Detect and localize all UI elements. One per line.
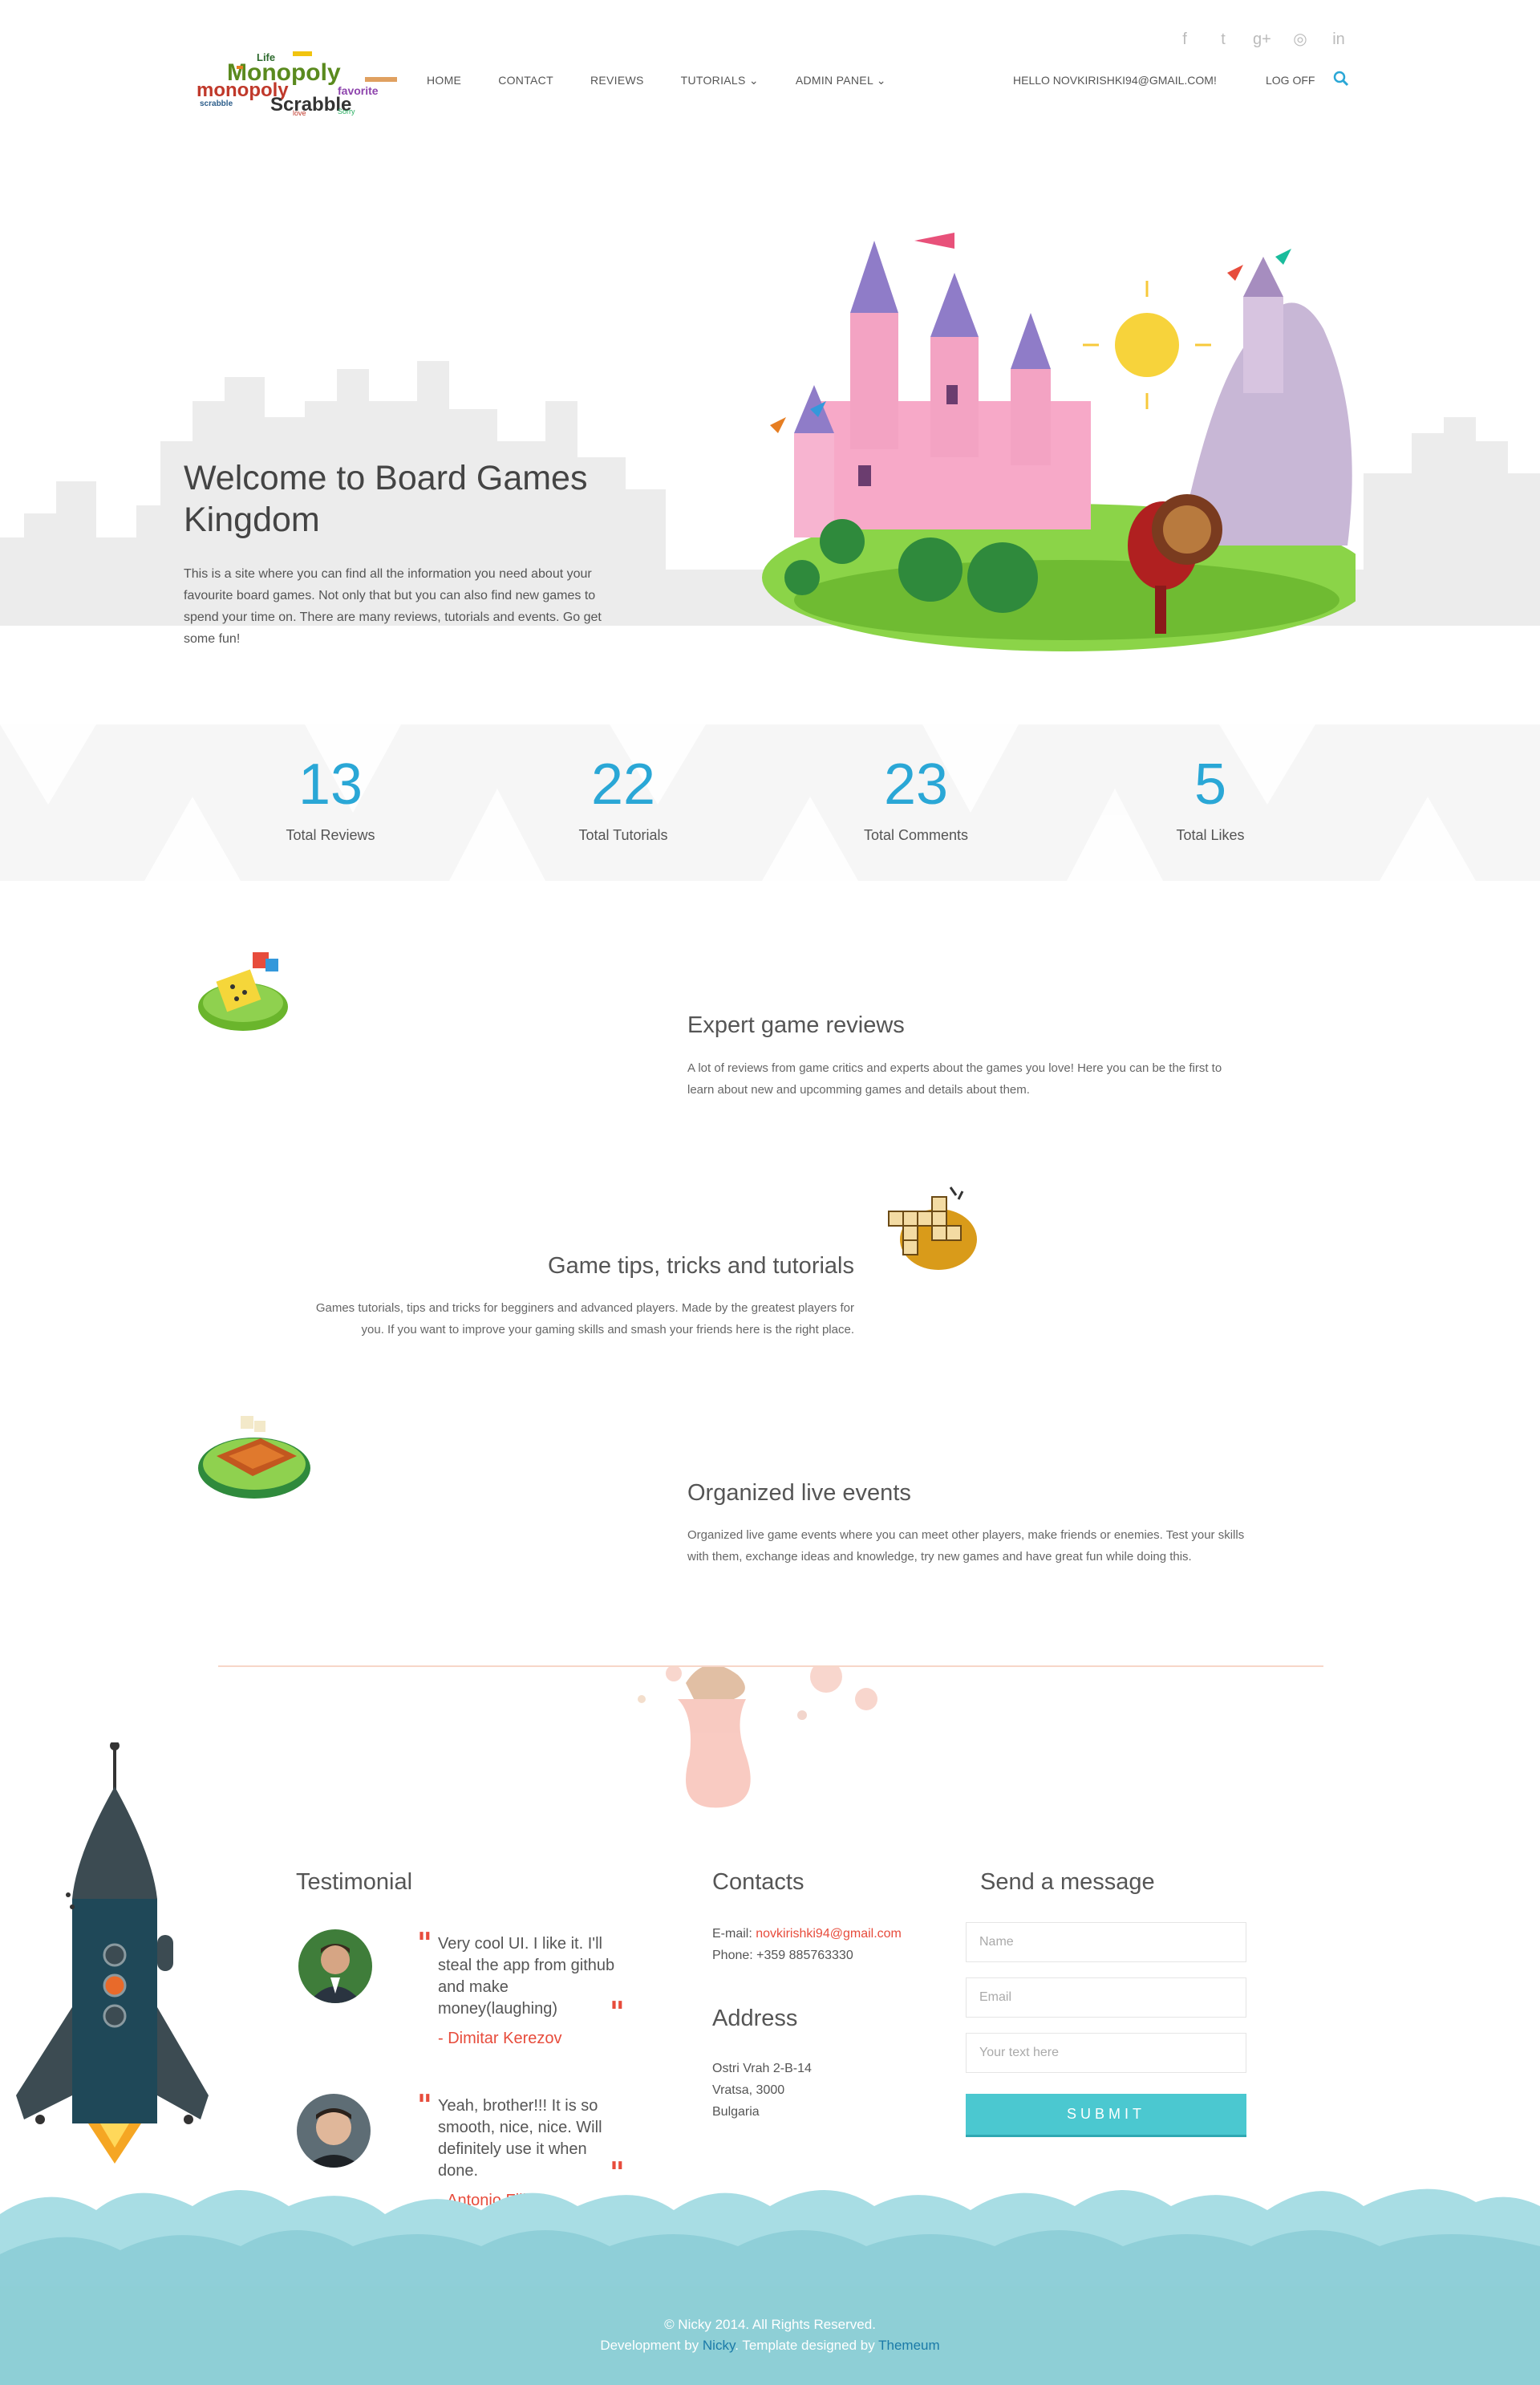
- dribbble-icon[interactable]: ◎: [1291, 30, 1309, 48]
- crossword-icon: [888, 1186, 977, 1270]
- name-field[interactable]: Name: [966, 1922, 1246, 1962]
- testimonial-title: Testimonial: [296, 1869, 413, 1895]
- stat-label: Total Likes: [1176, 827, 1245, 843]
- copyright: © Nicky 2014. All Rights Reserved.: [664, 2317, 876, 2332]
- testimonial-author: - Dimitar Kerezov: [438, 2030, 562, 2047]
- board-game-icon: [198, 1416, 310, 1499]
- avatar: [298, 1929, 372, 2003]
- avatar: [297, 2094, 371, 2168]
- chevron-down-icon: ⌄: [748, 74, 759, 87]
- logo-word: favorite: [338, 84, 379, 97]
- address-line: Vratsa, 3000: [712, 2083, 785, 2097]
- contacts-title: Contacts: [712, 1869, 804, 1895]
- linkedin-icon[interactable]: in: [1330, 30, 1348, 48]
- credits: Development by Nicky. Template designed …: [0, 2338, 1540, 2354]
- dice-icon: [198, 952, 288, 1031]
- site-logo[interactable]: Life Monopoly monopoly Scrabble favorite…: [197, 48, 413, 116]
- stat-value: 13: [298, 752, 363, 817]
- stat-comments: 23 Total Comments: [812, 740, 1020, 844]
- twitter-icon[interactable]: t: [1214, 30, 1232, 48]
- logo-word: love: [293, 109, 306, 116]
- email-label: E-mail:: [712, 1927, 752, 1941]
- address-line: Ostri Vrah 2-B-14: [712, 2062, 812, 2075]
- feature-events-title: Organized live events: [687, 1480, 911, 1506]
- email-link[interactable]: novkirishki94@gmail.com: [756, 1927, 902, 1941]
- quote-open-icon: ": [417, 1927, 432, 1961]
- nav-admin-panel[interactable]: ADMIN PANEL ⌄: [796, 74, 886, 87]
- themeum-link[interactable]: Themeum: [878, 2338, 940, 2353]
- social-icons: f t g+ ◎ in: [1176, 30, 1348, 48]
- nav-reviews[interactable]: REVIEWS: [590, 74, 644, 87]
- rocket-illustration: [16, 1742, 209, 2164]
- message-title: Send a message: [980, 1869, 1155, 1895]
- stat-value: 5: [1194, 752, 1227, 817]
- hero-text: This is a site where you can find all th…: [184, 567, 602, 646]
- main-nav: HOME CONTACT REVIEWS TUTORIALS ⌄ ADMIN P…: [427, 74, 923, 87]
- contact-email: E-mail: novkirishki94@gmail.com: [712, 1923, 902, 1945]
- quote-open-icon: ": [417, 2089, 432, 2123]
- hero-title: Welcome to Board Games Kingdom: [184, 459, 588, 539]
- castle-illustration: [762, 233, 1356, 651]
- stat-reviews: 13 Total Reviews: [226, 740, 435, 844]
- testimonial-quote: Very cool UI. I like it. I'll steal the …: [438, 1935, 615, 2018]
- nav-tutorials[interactable]: TUTORIALS ⌄: [681, 74, 759, 87]
- credits-template-prefix: . Template designed by: [735, 2338, 875, 2353]
- search-icon[interactable]: [1333, 71, 1349, 87]
- chevron-down-icon: ⌄: [876, 74, 886, 87]
- address-title: Address: [712, 2006, 798, 2031]
- logoff-link[interactable]: LOG OFF: [1266, 74, 1315, 87]
- nav-home[interactable]: HOME: [427, 74, 461, 87]
- stat-tutorials: 22 Total Tutorials: [519, 740, 727, 844]
- stat-label: Total Tutorials: [578, 827, 668, 843]
- feature-events-text: Organized live game events where you can…: [687, 1528, 1245, 1564]
- feature-tutorials-title: Game tips, tricks and tutorials: [548, 1253, 854, 1279]
- feature-reviews-title: Expert game reviews: [687, 1012, 905, 1038]
- address-line: Bulgaria: [712, 2105, 760, 2119]
- stat-label: Total Reviews: [286, 827, 375, 843]
- logo-word: scrabble: [200, 99, 233, 108]
- stat-likes: 5 Total Likes: [1106, 740, 1315, 844]
- nav-contact[interactable]: CONTACT: [498, 74, 553, 87]
- google-plus-icon[interactable]: g+: [1253, 30, 1271, 48]
- quote-close-icon: ": [610, 1996, 625, 2030]
- nav-admin-label: ADMIN PANEL: [795, 74, 873, 87]
- contact-phone: Phone: +359 885763330: [712, 1949, 853, 1962]
- feature-reviews-text: A lot of reviews from game critics and e…: [687, 1061, 1222, 1097]
- developer-link[interactable]: Nicky: [703, 2338, 735, 2353]
- decorative-bubbles: [638, 1667, 877, 1808]
- submit-button[interactable]: SUBMIT: [966, 2094, 1246, 2137]
- logo-word: Sorry: [338, 107, 355, 116]
- credits-dev-prefix: Development by: [600, 2338, 699, 2353]
- stat-label: Total Comments: [863, 827, 969, 843]
- stat-value: 23: [883, 752, 949, 817]
- feature-tutorials-text: Games tutorials, tips and tricks for beg…: [315, 1301, 854, 1336]
- stat-value: 22: [590, 752, 656, 817]
- user-greeting: HELLO NOVKIRISHKI94@GMAIL.COM!: [1013, 74, 1217, 87]
- stats-section: 13 Total Reviews 22 Total Tutorials 23 T…: [0, 724, 1540, 881]
- email-field[interactable]: Email: [966, 1977, 1246, 2018]
- facebook-icon[interactable]: f: [1176, 30, 1194, 48]
- nav-tutorials-label: TUTORIALS: [680, 74, 746, 87]
- message-textarea[interactable]: Your text here: [966, 2033, 1246, 2073]
